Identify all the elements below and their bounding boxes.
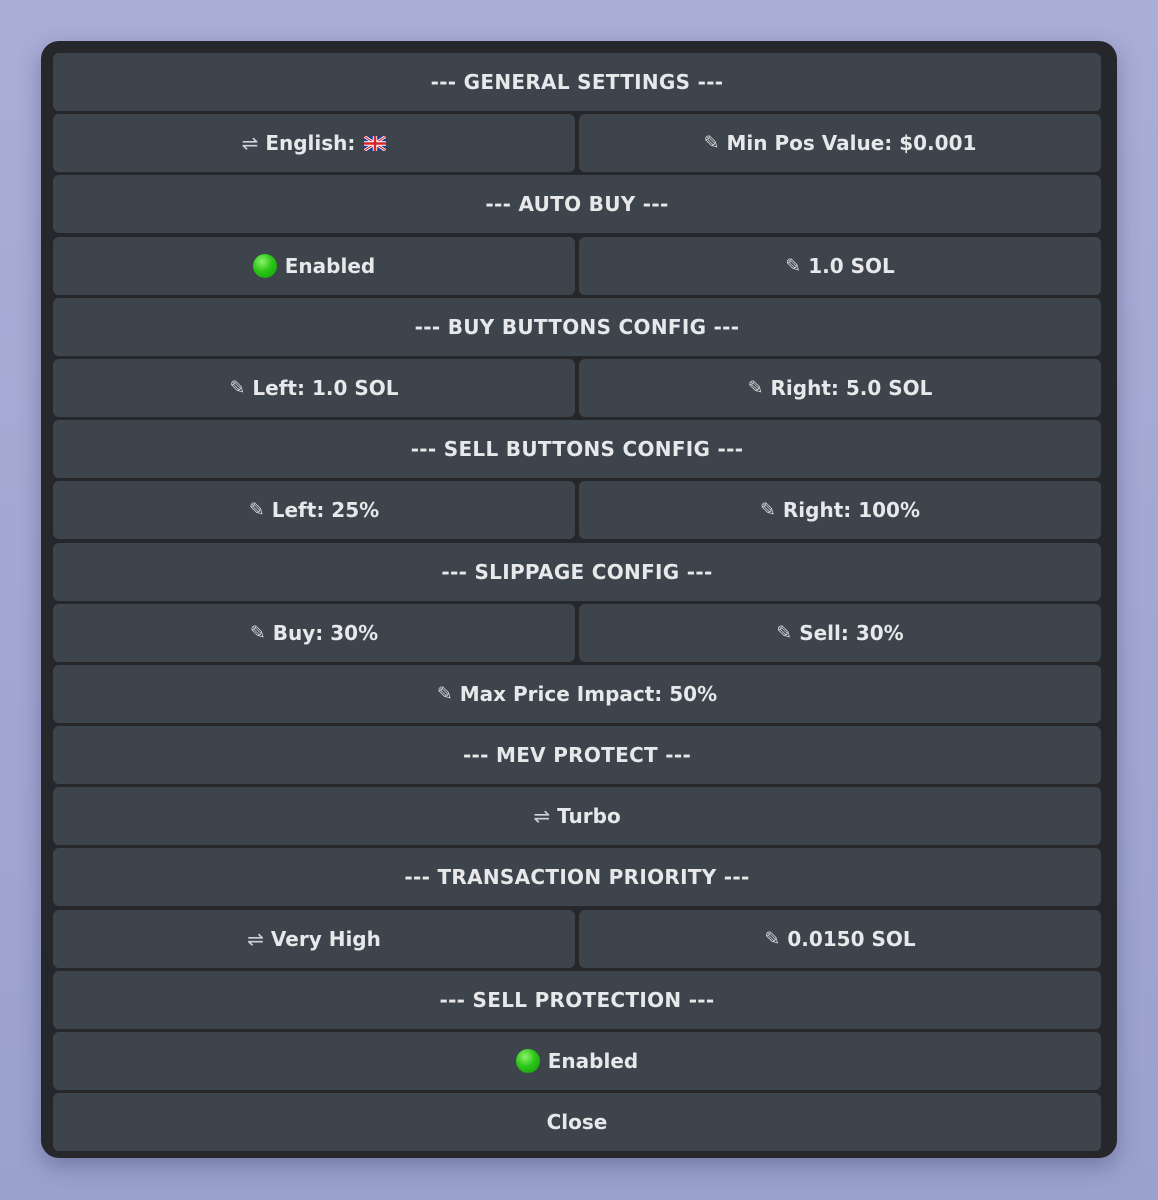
sell-protection-header-button[interactable]: --- SELL PROTECTION --- xyxy=(53,970,1101,1029)
sell-left-label: Left: 25% xyxy=(271,498,380,523)
slippage-sell-label: Sell: 30% xyxy=(799,620,904,645)
priority-fee-button[interactable]: ✎ 0.0150 SOL xyxy=(579,909,1101,968)
pencil-icon: ✎ xyxy=(249,621,266,644)
settings-rows: --- GENERAL SETTINGS --- ⇌ English: ✎ Mi… xyxy=(53,53,1101,1154)
priority-fee-label: 0.0150 SOL xyxy=(787,926,916,951)
slippage-sell-button[interactable]: ✎ Sell: 30% xyxy=(579,603,1101,662)
pencil-icon: ✎ xyxy=(747,376,764,399)
pencil-icon: ✎ xyxy=(764,927,781,950)
pencil-icon: ✎ xyxy=(229,376,246,399)
pencil-icon: ✎ xyxy=(776,621,793,644)
sell-buttons-config-header-button[interactable]: --- SELL BUTTONS CONFIG --- xyxy=(53,420,1101,479)
auto-buy-header-button[interactable]: --- AUTO BUY --- xyxy=(53,175,1101,234)
min-pos-value-label: Min Pos Value: $0.001 xyxy=(726,131,977,156)
slippage-config-header-label: --- SLIPPAGE CONFIG --- xyxy=(441,559,713,584)
buy-buttons-config-header-button[interactable]: --- BUY BUTTONS CONFIG --- xyxy=(53,297,1101,356)
slippage-config-header-button[interactable]: --- SLIPPAGE CONFIG --- xyxy=(53,542,1101,601)
sell-right-label: Right: 100% xyxy=(782,498,921,523)
auto-buy-header-label: --- AUTO BUY --- xyxy=(485,192,669,217)
buy-left-button[interactable]: ✎ Left: 1.0 SOL xyxy=(53,358,575,417)
close-label: Close xyxy=(546,1110,608,1135)
pencil-icon: ✎ xyxy=(759,499,776,522)
pencil-icon: ✎ xyxy=(248,499,265,522)
close-button[interactable]: Close xyxy=(53,1093,1101,1152)
settings-panel: --- GENERAL SETTINGS --- ⇌ English: ✎ Mi… xyxy=(41,41,1117,1158)
sell-protection-status-label: Enabled xyxy=(547,1049,639,1073)
sell-right-button[interactable]: ✎ Right: 100% xyxy=(579,481,1101,540)
pencil-icon: ✎ xyxy=(703,132,720,155)
green-circle-icon xyxy=(515,1049,540,1073)
buy-right-button[interactable]: ✎ Right: 5.0 SOL xyxy=(579,358,1101,417)
mev-protect-header-button[interactable]: --- MEV PROTECT --- xyxy=(53,726,1101,785)
swap-icon: ⇌ xyxy=(241,131,259,156)
priority-level-toggle-button[interactable]: ⇌ Very High xyxy=(53,909,575,968)
language-label: English: xyxy=(265,131,356,156)
mev-protect-header-label: --- MEV PROTECT --- xyxy=(462,743,692,768)
buy-right-label: Right: 5.0 SOL xyxy=(770,375,933,400)
auto-buy-toggle-button[interactable]: Enabled xyxy=(53,236,575,295)
pencil-icon: ✎ xyxy=(785,254,802,277)
pencil-icon: ✎ xyxy=(436,682,453,705)
max-price-impact-label: Max Price Impact: 50% xyxy=(459,681,718,706)
general-settings-header-label: --- GENERAL SETTINGS --- xyxy=(430,70,724,94)
uk-flag-icon xyxy=(364,135,387,151)
sell-buttons-config-header-label: --- SELL BUTTONS CONFIG --- xyxy=(410,437,744,462)
green-circle-icon xyxy=(252,253,277,278)
buy-left-label: Left: 1.0 SOL xyxy=(252,375,399,400)
sell-left-button[interactable]: ✎ Left: 25% xyxy=(53,481,575,540)
priority-level-label: Very High xyxy=(270,926,381,951)
sell-protection-header-label: --- SELL PROTECTION --- xyxy=(439,987,715,1012)
auto-buy-amount-label: 1.0 SOL xyxy=(808,253,895,278)
transaction-priority-header-button[interactable]: --- TRANSACTION PRIORITY --- xyxy=(53,848,1101,907)
buy-buttons-config-header-label: --- BUY BUTTONS CONFIG --- xyxy=(414,314,740,339)
auto-buy-amount-button[interactable]: ✎ 1.0 SOL xyxy=(579,236,1101,295)
language-toggle-button[interactable]: ⇌ English: xyxy=(53,114,575,173)
slippage-buy-button[interactable]: ✎ Buy: 30% xyxy=(53,603,575,662)
sell-protection-toggle-button[interactable]: Enabled xyxy=(53,1032,1101,1090)
swap-icon: ⇌ xyxy=(247,926,264,951)
auto-buy-status-label: Enabled xyxy=(284,253,376,278)
slippage-buy-label: Buy: 30% xyxy=(272,620,379,645)
mev-mode-toggle-button[interactable]: ⇌ Turbo xyxy=(53,787,1101,846)
swap-icon: ⇌ xyxy=(533,804,551,829)
max-price-impact-button[interactable]: ✎ Max Price Impact: 50% xyxy=(53,664,1101,723)
mev-mode-label: Turbo xyxy=(557,804,621,829)
general-settings-header-button[interactable]: --- GENERAL SETTINGS --- xyxy=(53,53,1101,111)
min-pos-value-button[interactable]: ✎ Min Pos Value: $0.001 xyxy=(579,114,1101,173)
transaction-priority-header-label: --- TRANSACTION PRIORITY --- xyxy=(404,865,750,890)
